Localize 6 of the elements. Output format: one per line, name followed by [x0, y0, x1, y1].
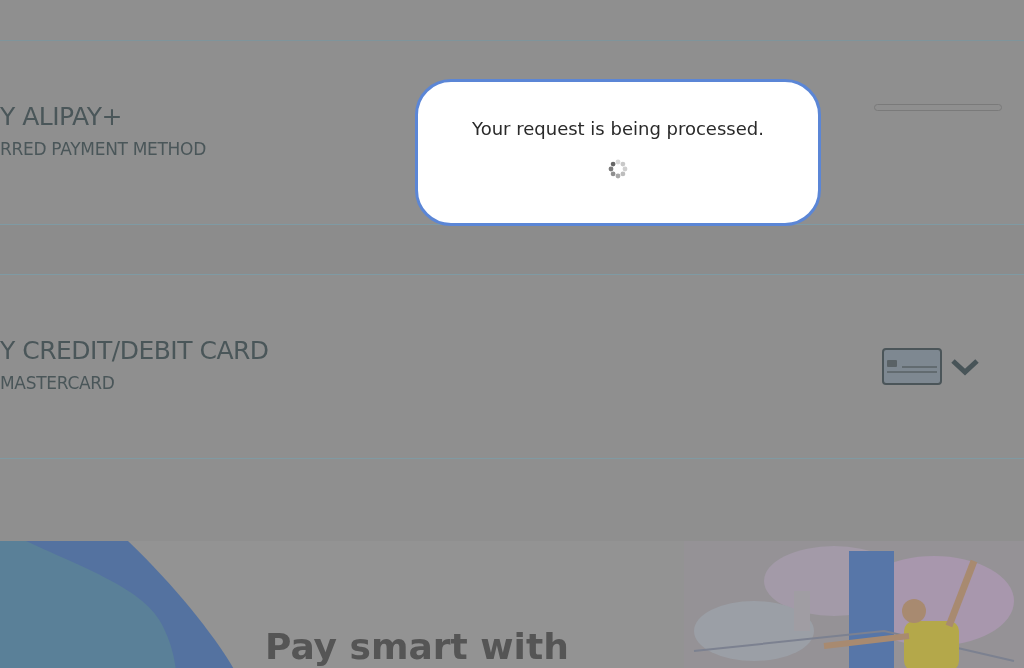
- dialog-message: Your request is being processed.: [472, 118, 764, 139]
- option-title: Y ALIPAY+: [0, 102, 123, 131]
- option-subtitle: RRED PAYMENT METHOD: [0, 139, 206, 159]
- banner-headline: Pay smart with: [265, 627, 569, 667]
- option-title: Y CREDIT/DEBIT CARD: [0, 336, 269, 365]
- option-subtitle: MASTERCARD: [0, 373, 116, 393]
